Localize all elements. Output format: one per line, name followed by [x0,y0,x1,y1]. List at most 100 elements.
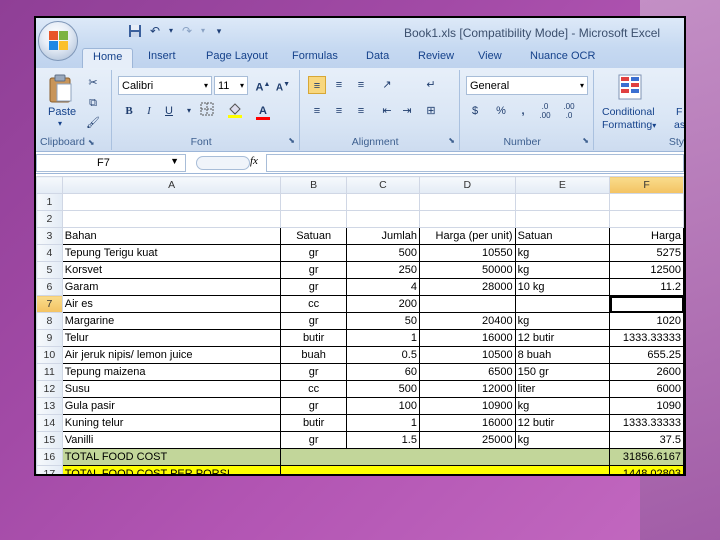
tab-insert[interactable]: Insert [148,50,176,62]
cell-a[interactable]: Air jeruk nipis/ lemon juice [61,346,282,364]
row-header[interactable]: 16 [36,448,63,466]
cell-f[interactable]: 11.2 [609,278,684,296]
cell-e[interactable]: Satuan [514,227,611,245]
cell-b[interactable]: buah [280,346,347,364]
shrink-font-icon[interactable]: A▼ [274,76,292,94]
tab-home[interactable]: Home [82,48,134,68]
cell-f[interactable]: 37.5 [609,431,684,449]
cell-b[interactable]: Satuan [280,227,347,245]
row-header[interactable]: 9 [36,329,63,347]
cell-e[interactable]: kg [514,261,611,279]
row-header[interactable]: 7 [36,295,63,313]
font-size-select[interactable]: 11 ▾ [214,76,248,95]
tab-nuance-ocr[interactable]: Nuance OCR [530,50,595,62]
cell-d[interactable]: 12000 [418,380,516,398]
cell-c[interactable]: 60 [345,363,420,381]
cell-c[interactable]: 200 [345,295,420,313]
copy-icon[interactable]: ⧉ [84,94,102,112]
cell-c[interactable]: 250 [345,261,420,279]
grow-font-icon[interactable]: A▲ [254,76,272,94]
cell-f[interactable]: 1090 [609,397,684,415]
cell-e[interactable] [514,210,611,228]
conditional-formatting-label[interactable]: Conditional [602,106,655,118]
cell-d[interactable]: 10900 [418,397,516,415]
cell-e[interactable]: 12 butir [514,329,611,347]
fx-icon[interactable]: fx [250,155,258,167]
cut-icon[interactable]: ✂ [84,74,102,92]
cell-b[interactable]: gr [280,278,347,296]
cell-b[interactable]: gr [280,261,347,279]
wrap-text-icon[interactable]: ↵ [422,76,440,94]
cell-c[interactable]: 0.5 [345,346,420,364]
formula-bar-spinner[interactable] [196,156,250,170]
cell-b[interactable]: gr [280,431,347,449]
cell-a[interactable]: Gula pasir [61,397,282,415]
cell-a[interactable] [61,193,282,211]
cell-f[interactable]: 6000 [609,380,684,398]
formula-input[interactable] [266,154,684,172]
conditional-formatting-label-2[interactable]: Formatting▾ [602,119,656,131]
row-header[interactable]: 17 [36,465,63,474]
cell-b[interactable]: gr [280,312,347,330]
bold-icon[interactable]: B [120,102,138,120]
cell-e[interactable] [514,193,611,211]
cell-f[interactable]: 2600 [609,363,684,381]
row-header[interactable]: 11 [36,363,63,381]
increase-decimal-icon[interactable]: .0.00 [536,102,554,120]
paste-dropdown-icon[interactable]: ▾ [58,119,62,128]
cell-d[interactable]: 10500 [418,346,516,364]
column-header[interactable]: E [514,176,611,194]
cell-d[interactable]: 25000 [418,431,516,449]
cell-a[interactable]: Margarine [61,312,282,330]
dialog-launcher-icon[interactable]: ⬊ [448,136,455,145]
cell-b[interactable]: gr [280,363,347,381]
column-header[interactable]: B [280,176,347,194]
undo-icon[interactable]: ↶ [148,24,162,38]
total-merged-cell[interactable] [280,465,611,474]
decrease-indent-icon[interactable]: ⇤ [378,102,396,120]
cell-e[interactable]: 150 gr [514,363,611,381]
save-icon[interactable] [128,24,142,38]
align-right-icon[interactable]: ≡ [352,102,370,120]
cell-a[interactable]: Tepung Terigu kuat [61,244,282,262]
cell-e[interactable]: kg [514,244,611,262]
cell-f[interactable]: Harga [609,227,684,245]
cell-a[interactable]: Korsvet [61,261,282,279]
font-color-icon[interactable]: A [254,102,272,120]
align-top-icon[interactable]: ≡ [308,76,326,94]
cell-c[interactable]: 500 [345,244,420,262]
cell-b[interactable]: gr [280,244,347,262]
cell-f[interactable] [609,193,684,211]
cell-a[interactable]: Garam [61,278,282,296]
cell-b[interactable]: cc [280,295,347,313]
redo-dropdown-icon[interactable]: ▾ [200,24,206,38]
row-header[interactable]: 8 [36,312,63,330]
cell-e[interactable]: kg [514,397,611,415]
format-as-table-label[interactable]: F [676,106,682,118]
tab-formulas[interactable]: Formulas [292,50,338,62]
cell-b[interactable]: cc [280,380,347,398]
italic-icon[interactable]: I [140,102,158,120]
redo-icon[interactable]: ↷ [180,24,194,38]
cell-f[interactable]: 655.25 [609,346,684,364]
row-header[interactable]: 5 [36,261,63,279]
align-left-icon[interactable]: ≡ [308,102,326,120]
cell-a[interactable]: Kuning telur [61,414,282,432]
cell-a[interactable]: Bahan [61,227,282,245]
cell-c[interactable]: 500 [345,380,420,398]
cell-e[interactable]: 10 kg [514,278,611,296]
cell-d[interactable]: 50000 [418,261,516,279]
tab-review[interactable]: Review [418,50,454,62]
cell-a[interactable] [61,210,282,228]
cell-c[interactable]: Jumlah [345,227,420,245]
row-header[interactable]: 12 [36,380,63,398]
increase-indent-icon[interactable]: ⇥ [398,102,416,120]
cell-a[interactable]: Telur [61,329,282,347]
tab-view[interactable]: View [478,50,502,62]
cell-f[interactable] [609,210,684,228]
currency-icon[interactable]: $ [466,102,484,120]
select-all-corner[interactable] [36,176,63,194]
cell-d[interactable]: Harga (per unit) [418,227,516,245]
column-header[interactable]: C [345,176,420,194]
row-header[interactable]: 15 [36,431,63,449]
